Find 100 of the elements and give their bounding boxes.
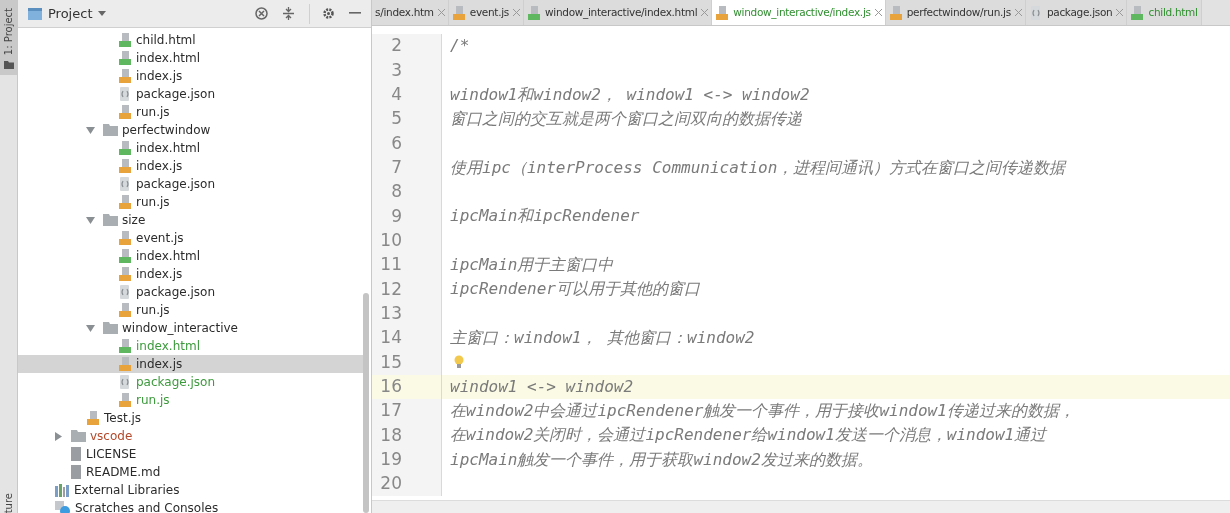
file-row[interactable]: event.js — [18, 229, 363, 247]
code-comment: ipcMain用于主窗口中 — [450, 254, 614, 277]
code-comment: ipcMain和ipcRendener — [450, 205, 640, 228]
file-row[interactable]: run.js — [18, 391, 363, 409]
line-number: 5 — [390, 107, 402, 131]
line-number: 12 — [379, 277, 402, 301]
line-number: 7 — [390, 156, 402, 180]
line-number: 16 — [379, 375, 402, 398]
file-row[interactable]: run.js — [18, 103, 363, 121]
editor-tab[interactable]: event.js — [448, 0, 524, 25]
code-comment: ipcMain触发一个事件，用于获取window2发过来的数据。 — [450, 448, 873, 471]
expanded-arrow-icon[interactable] — [86, 125, 95, 135]
file-row[interactable]: index.js — [18, 355, 363, 373]
file-row[interactable]: index.html — [18, 49, 363, 67]
file-row[interactable]: package.json — [18, 175, 363, 193]
lightbulb-icon[interactable] — [454, 355, 464, 370]
folder-row[interactable]: window_interactive — [18, 319, 363, 337]
close-icon[interactable] — [513, 9, 520, 16]
file-icon — [888, 5, 903, 20]
editor-tab[interactable]: s/index.htm — [372, 0, 449, 25]
minimize-icon[interactable] — [349, 12, 361, 15]
folder-icon — [71, 430, 86, 442]
file-row[interactable]: index.js — [18, 157, 363, 175]
line-number: 17 — [379, 399, 402, 423]
folder-row[interactable]: perfectwindow — [18, 121, 363, 139]
file-row[interactable]: README.md — [18, 463, 363, 481]
close-icon[interactable] — [1116, 9, 1124, 16]
settings-icon[interactable] — [322, 7, 335, 20]
folder-icon — [3, 61, 14, 70]
line-number: 20 — [379, 472, 402, 496]
file-row[interactable]: Test.js — [18, 409, 363, 427]
file-icon — [118, 231, 132, 245]
code-comment: 主窗口：window1， 其他窗口：window2 — [450, 327, 755, 350]
close-icon[interactable] — [701, 9, 709, 16]
file-icon — [118, 51, 132, 65]
locate-icon[interactable] — [255, 7, 268, 20]
folder-row[interactable]: vscode — [18, 427, 363, 445]
file-icon — [527, 5, 541, 20]
file-row[interactable]: index.js — [18, 265, 363, 283]
file-icon — [118, 249, 132, 263]
file-icon — [118, 375, 132, 389]
file-icon — [118, 87, 132, 101]
file-icon — [118, 177, 132, 191]
tree-row[interactable]: Scratches and Consoles — [18, 499, 363, 513]
line-number: 2 — [390, 34, 402, 58]
panel-title[interactable]: Project — [48, 3, 93, 24]
line-number: 18 — [379, 423, 402, 447]
line-number: 4 — [390, 83, 402, 107]
editor-tab[interactable]: package.json — [1025, 0, 1128, 25]
dropdown-caret-icon[interactable] — [98, 10, 107, 17]
scrollbar-thumb[interactable] — [363, 293, 369, 513]
code-comment: 窗口之间的交互就是两个窗口之间双向的数据传递 — [450, 108, 802, 131]
file-icon — [86, 411, 100, 425]
expanded-arrow-icon[interactable] — [86, 323, 95, 333]
library-icon — [55, 483, 69, 497]
file-row[interactable]: package.json — [18, 85, 363, 103]
close-icon[interactable] — [1014, 9, 1022, 16]
file-icon — [715, 5, 730, 20]
file-icon — [70, 447, 82, 461]
line-number: 14 — [379, 326, 402, 350]
close-icon[interactable] — [874, 9, 882, 16]
file-row[interactable]: index.js — [18, 67, 363, 85]
project-tool-tab[interactable]: 1: Project — [0, 0, 17, 76]
folder-row[interactable]: size — [18, 211, 363, 229]
collapsed-arrow-icon[interactable] — [54, 431, 63, 441]
file-row[interactable]: index.html — [18, 337, 363, 355]
code-comment: 使用ipc（interProcess Communication，进程间通讯）方式在窗口之间传递数据 — [450, 156, 1066, 179]
file-icon — [118, 69, 132, 83]
line-number: 3 — [390, 58, 402, 82]
close-icon[interactable] — [437, 9, 445, 16]
file-icon — [118, 33, 132, 47]
file-icon — [70, 465, 82, 479]
folder-icon — [103, 124, 118, 136]
project-window-icon — [28, 7, 42, 20]
file-icon — [118, 303, 132, 317]
file-row[interactable]: child.html — [18, 31, 363, 49]
code-comment: window1和window2， window1 <-> window2 — [450, 83, 810, 106]
file-icon — [118, 195, 132, 209]
line-number: 11 — [379, 253, 402, 277]
file-row[interactable]: package.json — [18, 373, 363, 391]
file-row[interactable]: index.html — [18, 247, 363, 265]
editor-tab[interactable]: perfectwindow/run.js — [885, 0, 1026, 25]
expanded-arrow-icon[interactable] — [86, 215, 95, 225]
folder-icon — [103, 322, 118, 334]
line-number: 13 — [379, 302, 402, 326]
file-row[interactable]: index.html — [18, 139, 363, 157]
file-icon — [118, 159, 132, 173]
file-row[interactable]: package.json — [18, 283, 363, 301]
file-row[interactable]: run.js — [18, 193, 363, 211]
editor-tab[interactable]: window_interactive/index.js — [712, 0, 886, 25]
tree-row[interactable]: External Libraries — [18, 481, 363, 499]
editor-tab[interactable]: window_interactive/index.html — [524, 0, 713, 25]
collapse-all-icon[interactable] — [282, 7, 295, 20]
file-icon — [1130, 5, 1145, 20]
file-row[interactable]: run.js — [18, 301, 363, 319]
file-icon — [118, 357, 132, 371]
structure-tool-tab[interactable]: ture — [1, 490, 16, 513]
folder-icon — [103, 214, 118, 226]
file-row[interactable]: LICENSE — [18, 445, 363, 463]
file-icon — [118, 285, 132, 299]
